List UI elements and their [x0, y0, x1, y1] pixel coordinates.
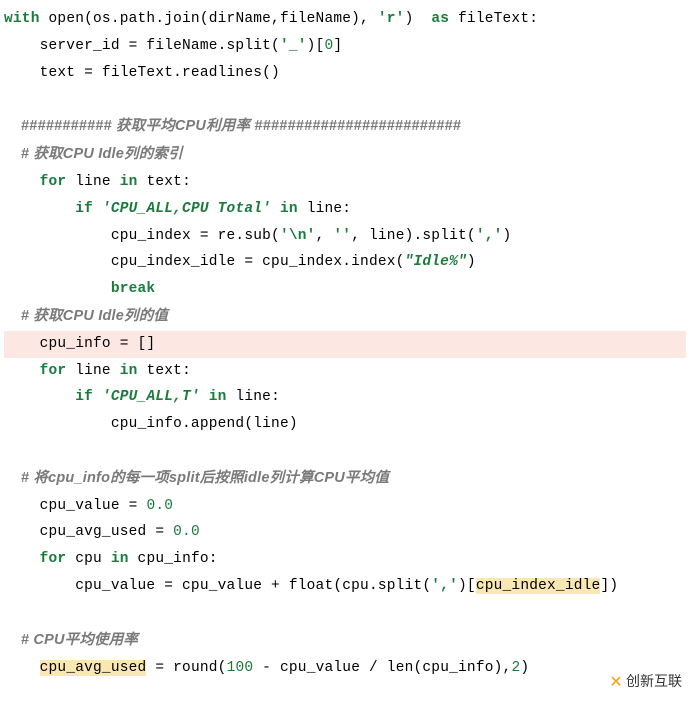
- code-line: cpu_value = 0.0: [4, 498, 173, 514]
- code-line: break: [4, 281, 155, 297]
- code-line: with open(os.path.join(dirName,fileName)…: [4, 11, 538, 27]
- code-block: with open(os.path.join(dirName,fileName)…: [0, 0, 690, 687]
- code-line: for line in text:: [4, 363, 191, 379]
- logo-icon: ✕: [610, 668, 622, 694]
- code-line: cpu_value = cpu_value + float(cpu.split(…: [4, 578, 618, 594]
- comment-line: # 将cpu_info的每一项split后按照idle列计算CPU平均值: [4, 471, 389, 487]
- code-line: cpu_info.append(line): [4, 416, 298, 432]
- code-line: cpu_avg_used = 0.0: [4, 524, 200, 540]
- code-line: cpu_index_idle = cpu_index.index("Idle%"…: [4, 254, 476, 270]
- code-line: for line in text:: [4, 174, 191, 190]
- code-line: text = fileText.readlines(): [4, 65, 280, 81]
- code-line: cpu_index = re.sub('\n', '', line).split…: [4, 228, 511, 244]
- comment-line: ########### 获取平均CPU利用率 #################…: [4, 119, 461, 135]
- code-line: if 'CPU_ALL,T' in line:: [4, 389, 280, 405]
- comment-line: # CPU平均使用率: [4, 633, 138, 649]
- code-line: if 'CPU_ALL,CPU Total' in line:: [4, 201, 351, 217]
- code-line: for cpu in cpu_info:: [4, 551, 218, 567]
- comment-line: # 获取CPU Idle列的索引: [4, 147, 183, 163]
- logo-text: 创新互联: [626, 671, 682, 691]
- comment-line: # 获取CPU Idle列的值: [4, 309, 168, 325]
- highlighted-line: cpu_info = []: [4, 331, 686, 358]
- code-line: server_id = fileName.split('_')[0]: [4, 38, 342, 54]
- watermark-logo: ✕ 创新互联: [610, 668, 682, 694]
- code-line: cpu_avg_used = round(100 - cpu_value / l…: [4, 660, 529, 676]
- code-screenshot: with open(os.path.join(dirName,fileName)…: [0, 0, 690, 704]
